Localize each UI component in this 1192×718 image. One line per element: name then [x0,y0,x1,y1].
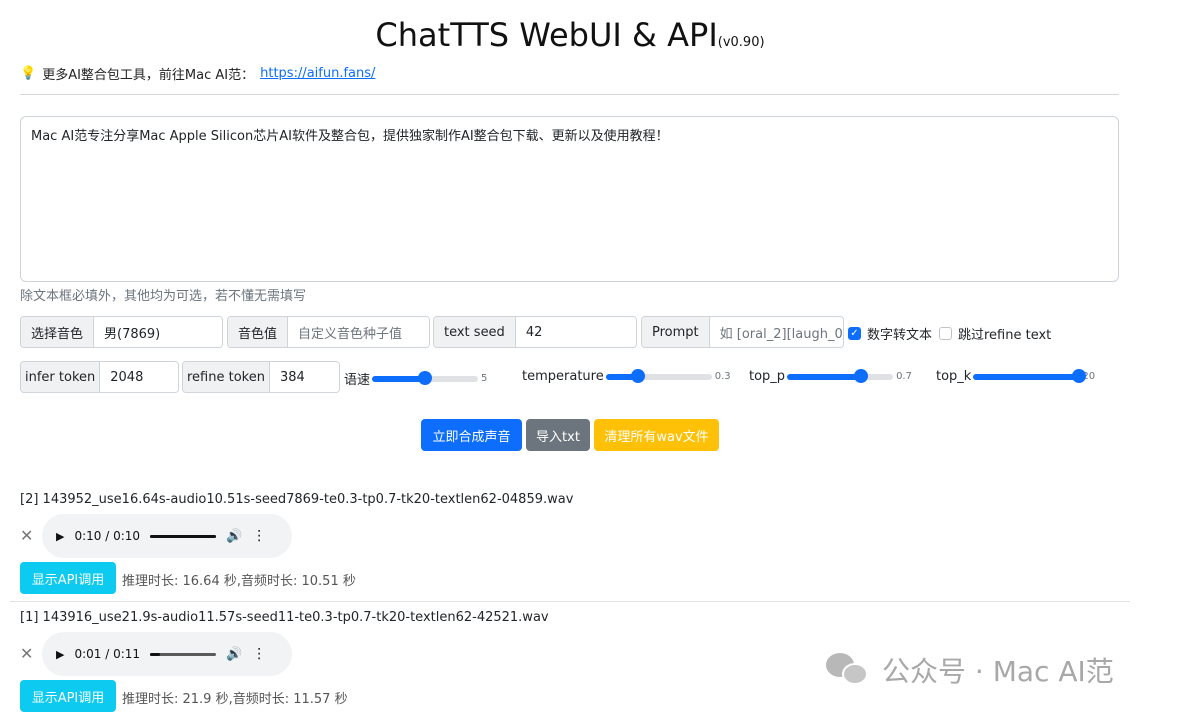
notice-text: 更多AI整合包工具，前往Mac AI范： [42,68,255,83]
prompt-label: Prompt [642,317,710,347]
voice-seed-group: 音色值 自定义音色种子值 [227,316,430,348]
notice-bar: 💡 更多AI整合包工具，前往Mac AI范： https://aifun.fan… [20,64,375,83]
skip-refine-label: 跳过refine text [958,328,1052,343]
top-k-slider[interactable] [973,368,1087,383]
top-p-slider[interactable] [787,368,894,383]
refine-token-group: refine token 384 [182,361,340,393]
speed-label: 语速 [344,373,371,388]
temperature-slider-group: temperature 0.3 [522,368,731,384]
title-text: ChatTTS WebUI & API [375,16,718,54]
more-options-icon[interactable]: ⋮ [252,646,266,662]
show-api-button[interactable]: 显示API调用 [20,562,116,594]
import-txt-button[interactable]: 导入txt [526,419,590,451]
top-p-label: top_p [749,369,786,384]
watermark: 公众号 · Mac AI范 [826,650,1114,690]
volume-icon[interactable]: 🔊 [226,529,242,544]
audio-time: 0:01 / 0:11 [74,647,141,661]
temperature-slider-thumb[interactable] [630,368,645,383]
voice-seed-label: 音色值 [228,317,289,347]
refine-token-label: refine token [183,362,270,392]
speed-value: 5 [481,373,488,384]
page-title: ChatTTS WebUI & API(v0.90) [0,16,1140,54]
refine-token-input[interactable]: 384 [269,362,339,392]
result-meta: 推理时长: 21.9 秒,音频时长: 11.57 秒 [122,692,348,707]
text-input[interactable]: Mac AI范专注分享Mac Apple Silicon芯片AI软件及整合包，提… [20,116,1119,282]
skip-refine-checkbox[interactable] [939,327,952,340]
input-hint: 除文本框必填外，其他均为可选，若不懂无需填写 [20,289,307,304]
clear-wav-button[interactable]: 清理所有wav文件 [594,419,719,451]
play-icon[interactable]: ▶ [56,530,64,543]
top-k-slider-thumb[interactable] [1072,368,1087,383]
play-icon[interactable]: ▶ [56,648,64,661]
top-p-slider-group: top_p 0.7 [749,368,912,384]
audio-player[interactable]: ▶ 0:10 / 0:10 🔊 ⋮ [42,514,292,558]
top-p-value: 0.7 [896,371,912,382]
aifun-link[interactable]: https://aifun.fans/ [260,66,375,81]
text-seed-group: text seed 42 [433,316,637,348]
top-k-slider-group: top_k 20 [936,368,1095,384]
infer-token-label: infer token [21,362,101,392]
audio-progress[interactable] [150,534,217,538]
show-api-button[interactable]: 显示API调用 [20,680,116,712]
infer-token-input[interactable]: 2048 [100,362,178,392]
audio-time: 0:10 / 0:10 [74,529,141,543]
temperature-slider[interactable] [605,368,712,383]
lightbulb-icon: 💡 [20,66,37,81]
result-meta: 推理时长: 16.64 秒,音频时长: 10.51 秒 [122,574,356,589]
text-seed-input[interactable]: 42 [515,317,636,347]
skip-refine-toggle[interactable]: 跳过refine text [939,324,1051,343]
speed-slider-thumb[interactable] [418,370,433,385]
infer-token-group: infer token 2048 [20,361,179,393]
speed-slider[interactable] [372,370,479,385]
speed-slider-group: 语速 5 [344,369,487,388]
result-divider [10,601,1130,602]
voice-seed-input[interactable]: 自定义音色种子值 [288,317,429,347]
wechat-icon [826,651,872,689]
top-p-slider-thumb[interactable] [854,368,869,383]
num-to-text-toggle[interactable]: ✓ 数字转文本 [848,324,932,343]
audio-progress[interactable] [150,652,217,656]
prompt-group: Prompt 如 [oral_2][laugh_0 [641,316,844,348]
top-k-label: top_k [936,369,972,384]
prompt-input[interactable]: 如 [oral_2][laugh_0 [709,317,843,347]
result-filename: [1] 143916_use21.9s-audio11.57s-seed11-t… [20,610,549,625]
num-to-text-checkbox[interactable]: ✓ [848,327,861,340]
close-icon[interactable]: ✕ [20,526,33,545]
temperature-label: temperature [522,369,604,384]
synthesize-button[interactable]: 立即合成声音 [421,419,522,451]
divider [20,94,1119,95]
voice-label: 选择音色 [21,317,95,347]
text-seed-label: text seed [434,317,516,347]
result-filename: [2] 143952_use16.64s-audio10.51s-seed786… [20,492,574,507]
num-to-text-label: 数字转文本 [867,328,933,343]
voice-select-group: 选择音色 男(7869) [20,316,223,348]
watermark-text: 公众号 · Mac AI范 [882,655,1114,688]
volume-icon[interactable]: 🔊 [226,647,242,662]
more-options-icon[interactable]: ⋮ [252,528,266,544]
temperature-value: 0.3 [714,371,731,382]
version-label: (v0.90) [717,35,765,50]
close-icon[interactable]: ✕ [20,644,33,663]
voice-select[interactable]: 男(7869) [94,317,222,347]
audio-player[interactable]: ▶ 0:01 / 0:11 🔊 ⋮ [42,632,292,676]
